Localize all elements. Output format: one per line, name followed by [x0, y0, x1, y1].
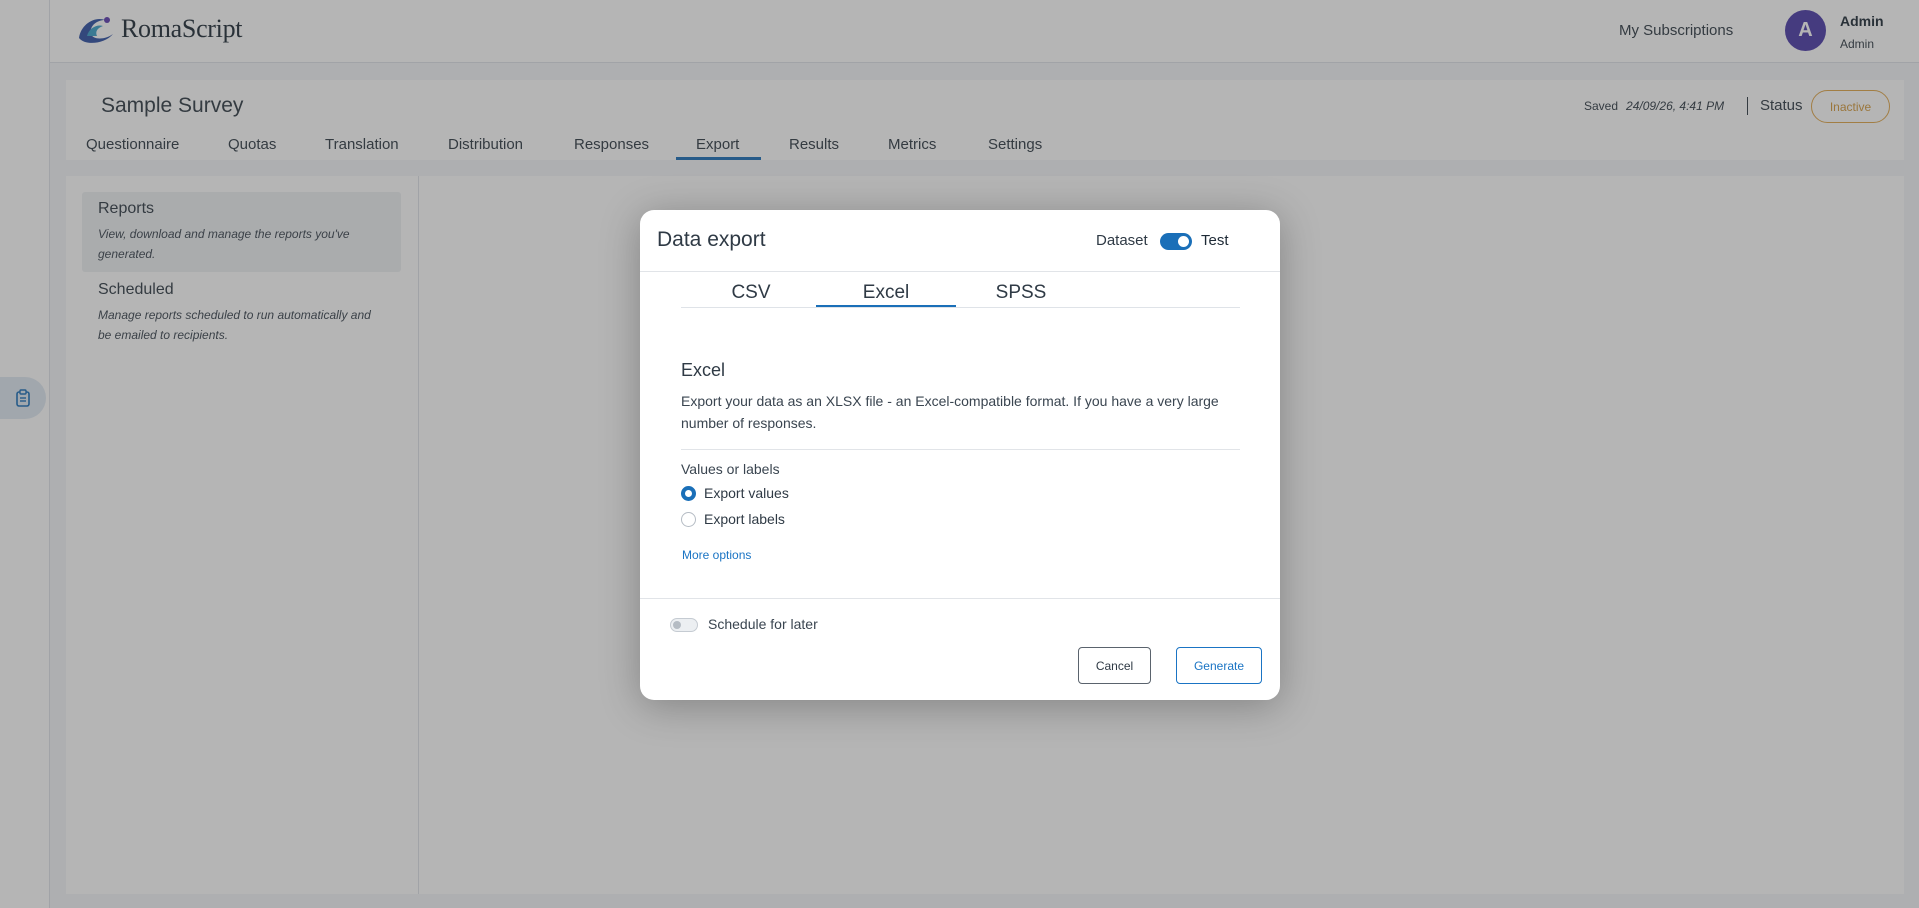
- format-section-description: Export your data as an XLSX file - an Ex…: [681, 393, 1219, 431]
- data-export-dialog: Data export Dataset Test CSV Excel SPSS …: [640, 210, 1280, 700]
- tab-excel[interactable]: Excel: [816, 282, 956, 304]
- cancel-button[interactable]: Cancel: [1078, 647, 1151, 684]
- values-or-labels-label: Values or labels: [681, 461, 780, 477]
- radio-checked-icon[interactable]: [681, 485, 696, 501]
- radio-unchecked-icon[interactable]: [681, 511, 696, 527]
- option-label: Export labels: [704, 511, 785, 527]
- toggle-knob: [673, 621, 681, 629]
- schedule-label: Schedule for later: [708, 616, 818, 632]
- generate-button[interactable]: Generate: [1176, 647, 1262, 684]
- format-tabs: CSV Excel SPSS: [681, 268, 1240, 308]
- dialog-title: Data export: [657, 228, 766, 251]
- toggle-knob: [1178, 236, 1189, 247]
- section-divider: [681, 449, 1240, 450]
- export-labels-option[interactable]: Export labels: [681, 511, 785, 527]
- export-values-option[interactable]: Export values: [681, 485, 789, 501]
- more-options-link[interactable]: More options: [682, 548, 751, 562]
- format-section-title: Excel: [681, 360, 726, 380]
- dataset-value: Test: [1201, 232, 1229, 249]
- option-label: Export values: [704, 485, 789, 501]
- tab-csv[interactable]: CSV: [726, 282, 776, 304]
- tab-spss[interactable]: SPSS: [991, 282, 1051, 304]
- dialog-footer-divider: [640, 598, 1280, 599]
- schedule-toggle[interactable]: [670, 618, 698, 632]
- format-tab-indicator: [816, 305, 956, 307]
- dataset-label: Dataset: [1096, 232, 1148, 249]
- dataset-toggle[interactable]: [1160, 233, 1192, 250]
